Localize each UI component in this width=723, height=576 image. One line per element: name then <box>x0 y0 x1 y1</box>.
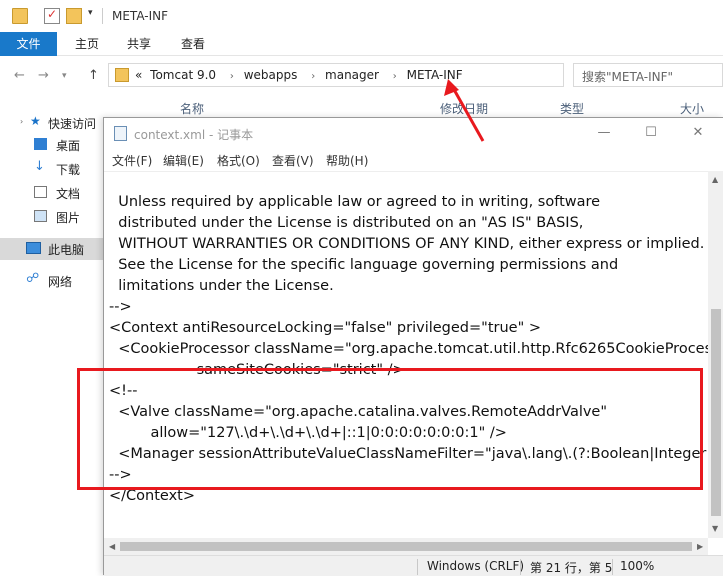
close-icon[interactable]: ✕ <box>688 123 708 143</box>
sidebar-item-label: 文档 <box>56 187 81 201</box>
menu-view[interactable]: 查看(V) <box>272 152 314 169</box>
address-bar: ← → ▾ ↑ « Tomcat 9.0 › webapps › manager… <box>0 58 723 92</box>
notepad-window: context.xml - 记事本 — ☐ ✕ 文件(F) 编辑(E) 格式(O… <box>103 117 723 576</box>
network-icon: ☍ <box>26 271 40 286</box>
forward-arrow-icon[interactable]: → <box>38 68 49 83</box>
text-line: --> <box>109 299 132 315</box>
scroll-down-icon[interactable]: ▼ <box>712 524 718 533</box>
status-cursor-position: 第 21 行，第 5 <box>530 561 613 575</box>
sidebar-item-network[interactable]: ☍ 网络 <box>0 270 104 292</box>
recent-locations-chevron-icon[interactable]: ▾ <box>62 71 67 81</box>
text-line: <CookieProcessor className="org.apache.t… <box>109 341 708 357</box>
sidebar-item-this-pc[interactable]: 此电脑 <box>0 238 104 260</box>
sidebar-item-pictures[interactable]: 图片 <box>0 206 104 228</box>
chevron-right-icon[interactable]: › <box>311 71 315 82</box>
search-placeholder: 搜索"META-INF" <box>582 70 674 84</box>
sidebar-item-desktop[interactable]: 桌面 <box>0 134 104 156</box>
text-line: WITHOUT WARRANTIES OR CONDITIONS OF ANY … <box>109 236 705 252</box>
maximize-icon[interactable]: ☐ <box>641 123 661 143</box>
folder-icon <box>12 8 28 24</box>
sidebar-item-label: 图片 <box>56 211 81 225</box>
tab-view[interactable]: 查看 <box>178 32 208 56</box>
column-header-size[interactable]: 大小 <box>680 100 704 117</box>
sidebar-item-documents[interactable]: 文档 <box>0 182 104 204</box>
divider <box>417 559 418 575</box>
notepad-icon <box>114 126 127 141</box>
notepad-menu-bar: 文件(F) 编辑(E) 格式(O) 查看(V) 帮助(H) <box>104 149 723 171</box>
folder-icon <box>115 68 129 82</box>
divider <box>102 8 103 24</box>
column-header-name[interactable]: 名称 <box>180 100 204 117</box>
text-line: distributed under the License is distrib… <box>109 215 584 231</box>
picture-icon <box>34 210 47 222</box>
menu-format[interactable]: 格式(O) <box>217 152 260 169</box>
ribbon-tabs: 文件 主页 共享 查看 <box>0 32 723 56</box>
breadcrumb-meta-inf[interactable]: META-INF <box>407 68 463 82</box>
up-arrow-icon[interactable]: ↑ <box>88 68 99 83</box>
notepad-title: context.xml - 记事本 <box>134 128 254 142</box>
sidebar-item-label: 桌面 <box>56 139 81 153</box>
scroll-up-icon[interactable]: ▲ <box>712 175 718 184</box>
computer-icon <box>26 242 41 254</box>
text-line: See the License for the specific languag… <box>109 257 619 273</box>
annotation-highlight-box <box>77 368 703 490</box>
explorer-title-bar: ▾ META-INF <box>0 0 723 32</box>
text-line: limitations under the License. <box>109 278 334 294</box>
sidebar-item-label: 下载 <box>56 163 81 177</box>
breadcrumb-tomcat[interactable]: Tomcat 9.0 <box>150 68 216 82</box>
menu-file[interactable]: 文件(F) <box>112 152 152 169</box>
menu-edit[interactable]: 编辑(E) <box>163 152 204 169</box>
document-icon <box>34 186 47 198</box>
back-arrow-icon[interactable]: ← <box>14 68 25 83</box>
breadcrumb-manager[interactable]: manager <box>325 68 379 82</box>
chevron-right-icon[interactable]: › <box>20 117 23 126</box>
sidebar-item-downloads[interactable]: ↓ 下载 <box>0 158 104 180</box>
breadcrumb: « Tomcat 9.0 › webapps › manager › META-… <box>135 68 467 82</box>
status-zoom: 100% <box>620 559 655 573</box>
column-header-type[interactable]: 类型 <box>560 100 584 117</box>
star-icon: ★ <box>30 114 41 128</box>
chevron-right-icon[interactable]: › <box>393 71 397 82</box>
new-folder-icon[interactable] <box>66 8 82 24</box>
sidebar-item-label: 网络 <box>48 275 73 289</box>
address-input[interactable]: « Tomcat 9.0 › webapps › manager › META-… <box>108 63 660 87</box>
column-header-date[interactable]: 修改日期 <box>440 100 488 117</box>
sidebar-item-label: 快速访问 <box>48 117 97 131</box>
sidebar-item-quick-access[interactable]: › ★ 快速访问 <box>0 112 104 134</box>
minimize-icon[interactable]: — <box>594 123 614 143</box>
scrollbar-thumb[interactable] <box>120 542 692 551</box>
window-title: META-INF <box>112 9 169 23</box>
navigation-pane: › ★ 快速访问 桌面 ↓ 下载 文档 图片 此电脑 ☍ 网络 <box>0 100 104 575</box>
sidebar-item-label: 此电脑 <box>48 243 85 257</box>
menu-help[interactable]: 帮助(H) <box>326 152 368 169</box>
properties-icon[interactable] <box>44 7 60 24</box>
vertical-scrollbar[interactable]: ▲ ▼ <box>708 171 723 538</box>
tab-file[interactable]: 文件 <box>0 32 57 56</box>
status-encoding: Windows (CRLF) <box>427 559 525 573</box>
horizontal-scrollbar[interactable]: ◀ ▶ <box>104 538 708 555</box>
scrollbar-thumb[interactable] <box>711 309 721 516</box>
text-line: <Context antiResourceLocking="false" pri… <box>109 320 542 336</box>
text-line: Unless required by applicable law or agr… <box>109 194 601 210</box>
scroll-left-icon[interactable]: ◀ <box>109 542 115 551</box>
divider <box>520 559 521 575</box>
scroll-right-icon[interactable]: ▶ <box>697 542 703 551</box>
tab-share[interactable]: 共享 <box>124 32 154 56</box>
tab-home[interactable]: 主页 <box>72 32 102 56</box>
breadcrumb-webapps[interactable]: webapps <box>244 68 298 82</box>
breadcrumb-overflow[interactable]: « <box>135 68 142 82</box>
desktop-icon <box>34 138 47 150</box>
chevron-right-icon[interactable]: › <box>230 71 234 82</box>
notepad-title-bar[interactable]: context.xml - 记事本 — ☐ ✕ <box>104 118 723 149</box>
status-bar: Windows (CRLF) 第 21 行，第 5 100% <box>104 555 723 576</box>
divider <box>612 559 613 575</box>
download-icon: ↓ <box>34 159 45 174</box>
search-input[interactable]: 搜索"META-INF" <box>573 63 723 87</box>
